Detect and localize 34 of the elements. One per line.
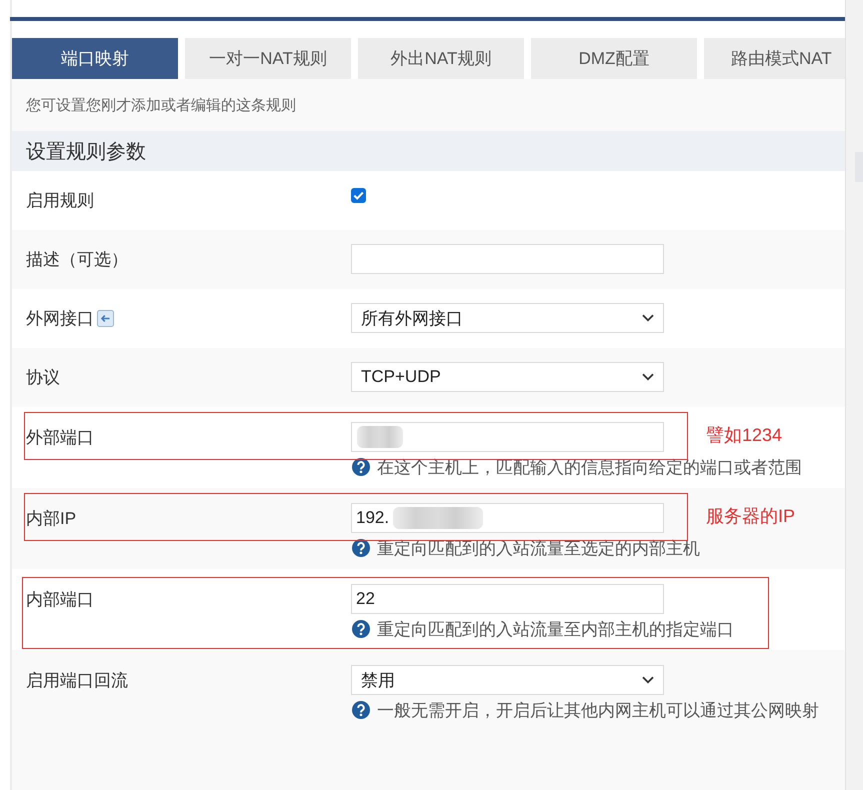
field-label: 描述（可选） xyxy=(26,248,128,270)
field-label: 内部IP xyxy=(26,508,76,530)
help-icon xyxy=(352,620,370,638)
dropdown[interactable]: TCP+UDP xyxy=(351,362,664,392)
field-label: 协议 xyxy=(26,366,60,388)
help-icon xyxy=(352,539,370,557)
intro-text: 您可设置您刚才添加或者编辑的这条规则 xyxy=(26,96,296,114)
tab[interactable]: 一对一NAT规则 xyxy=(185,38,351,79)
help-text: 重定向匹配到的入站流量至内部主机的指定端口 xyxy=(377,618,734,640)
section-title: 设置规则参数 xyxy=(26,140,146,164)
tab[interactable]: 外出NAT规则 xyxy=(358,38,524,79)
help-icon xyxy=(352,701,370,719)
field-label: 启用端口回流 xyxy=(26,670,128,692)
field-label: 外网接口 xyxy=(26,308,94,330)
field-label: 启用规则 xyxy=(26,190,94,212)
annotation-note: 譬如1234 xyxy=(706,424,782,447)
tab[interactable]: 端口映射 xyxy=(12,38,178,79)
field-label: 外部端口 xyxy=(26,426,94,448)
input-field[interactable] xyxy=(351,244,664,274)
help-icon xyxy=(352,458,370,476)
help-text: 一般无需开启，开启后让其他内网主机可以通过其公网映射 xyxy=(377,700,819,722)
field-label: 内部端口 xyxy=(26,588,94,610)
input-field[interactable] xyxy=(351,422,664,452)
annotation-note: 服务器的IP xyxy=(706,505,796,528)
tab[interactable]: 路由模式NAT xyxy=(704,38,845,79)
input-field[interactable]: 22 xyxy=(351,584,664,614)
chevron-down-icon xyxy=(642,373,654,381)
help-text: 在这个主机上，匹配输入的信息指向给定的端口或者范围 xyxy=(377,456,802,478)
dropdown[interactable]: 所有外网接口 xyxy=(351,303,664,333)
chevron-down-icon xyxy=(642,314,654,322)
checkbox[interactable] xyxy=(351,188,366,203)
tab[interactable]: DMZ配置 xyxy=(531,38,697,79)
dropdown[interactable]: 禁用 xyxy=(351,665,664,695)
chevron-down-icon xyxy=(642,676,654,684)
